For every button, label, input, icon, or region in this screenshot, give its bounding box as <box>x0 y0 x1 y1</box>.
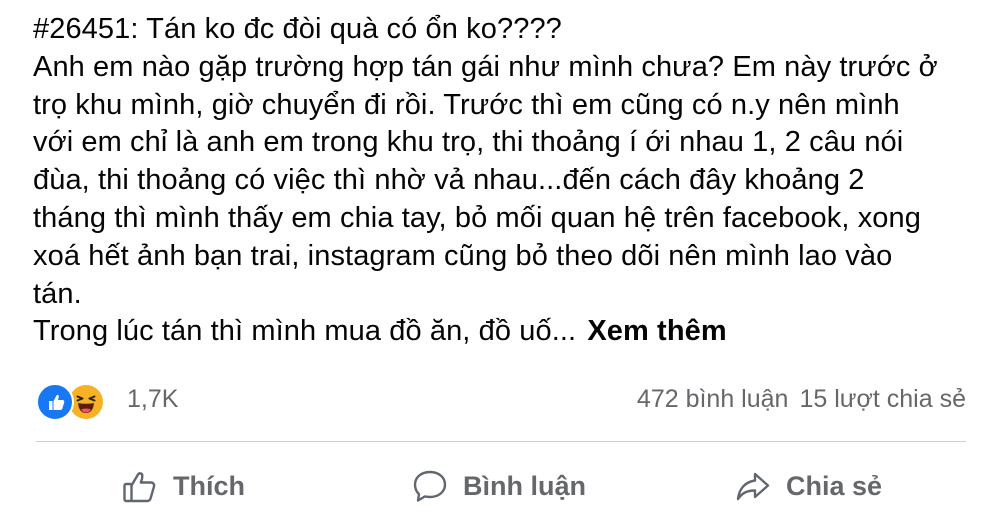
comment-icon <box>410 466 450 506</box>
comment-count[interactable]: 472 bình luận <box>637 385 789 413</box>
post-line-truncated: Trong lúc tán thì mình mua đồ ăn, đồ uố.… <box>33 315 577 348</box>
reactions-bar: 1,7K 472 bình luận 15 lượt chia sẻ <box>36 382 966 422</box>
share-button[interactable]: Chia sẻ <box>733 462 882 510</box>
post-title: #26451: Tán ko đc đòi quà có ổn ko???? <box>33 13 562 45</box>
see-more-link[interactable]: Xem thêm <box>587 315 726 347</box>
post-line: xoá hết ảnh bạn trai, instagram cũng bỏ … <box>33 239 893 272</box>
engagement-stats: 472 bình luận 15 lượt chia sẻ <box>637 385 966 414</box>
post-line: trọ khu mình, giờ chuyển đi rồi. Trước t… <box>33 88 900 121</box>
post-line: đùa, thi thoảng có việc thì nhờ vả nhau.… <box>33 164 865 197</box>
post-line: tán. <box>33 277 82 310</box>
post-text: #26451: Tán ko đc đòi quà có ổn ko???? A… <box>33 11 963 351</box>
reaction-icons[interactable] <box>36 383 116 421</box>
reaction-count[interactable]: 1,7K <box>127 385 178 414</box>
action-bar: Thích Bình luận Chia sẻ <box>36 462 966 510</box>
share-button-label: Chia sẻ <box>786 470 883 501</box>
like-button[interactable]: Thích <box>120 462 245 510</box>
thumbs-up-icon <box>120 466 160 506</box>
post-line: Anh em nào gặp trường hợp tán gái như mì… <box>33 50 938 83</box>
post-line: tháng thì mình thấy em chia tay, bỏ mối … <box>33 201 921 234</box>
share-icon <box>733 466 773 506</box>
facebook-post: #26451: Tán ko đc đòi quà có ổn ko???? A… <box>0 0 990 522</box>
comment-button-label: Bình luận <box>463 470 586 501</box>
post-line: với em chỉ là anh em trong khu trọ, thi … <box>33 126 904 159</box>
post-line-last: Trong lúc tán thì mình mua đồ ăn, đồ uố.… <box>33 313 963 351</box>
share-count[interactable]: 15 lượt chia sẻ <box>799 385 966 413</box>
comment-button[interactable]: Bình luận <box>410 462 586 510</box>
like-icon <box>36 383 74 421</box>
like-button-label: Thích <box>173 470 245 501</box>
divider <box>36 441 966 442</box>
